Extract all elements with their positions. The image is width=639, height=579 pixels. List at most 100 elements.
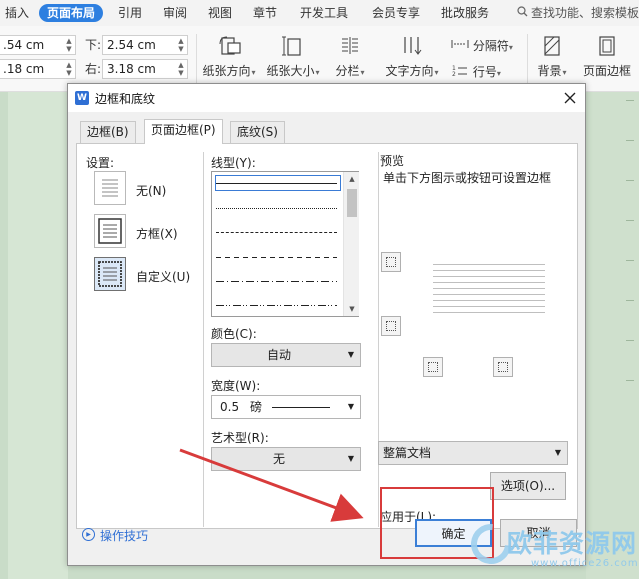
- preview-text-line: [433, 294, 545, 295]
- dialog-titlebar[interactable]: W 边框和底纹: [68, 84, 585, 112]
- ruler-tick: [626, 140, 634, 141]
- scrollbar-thumb[interactable]: [347, 189, 357, 217]
- apply-to-value: 整篇文档: [383, 446, 432, 460]
- panel-divider: [378, 152, 379, 527]
- bottom-margin-input[interactable]: 2.54 cm ▲ ▼: [102, 35, 188, 55]
- color-select[interactable]: 自动 ▼: [211, 343, 361, 367]
- search-box[interactable]: 查找功能、搜索模板: [517, 4, 639, 22]
- bottom-margin-label: 下:: [85, 38, 102, 52]
- art-select[interactable]: 无 ▼: [211, 447, 361, 471]
- linestyle-dashed-short[interactable]: [216, 232, 337, 233]
- setting-label: 设置:: [86, 156, 115, 170]
- line-number-button[interactable]: 12 行号▾: [451, 62, 501, 82]
- box-border-icon: [98, 218, 122, 244]
- apply-to-select[interactable]: 整篇文档 ▼: [378, 441, 568, 465]
- menu-correction[interactable]: 批改服务: [441, 4, 489, 22]
- spin-icon[interactable]: ▲ ▼: [177, 37, 185, 53]
- scroll-up-icon[interactable]: ▲: [344, 172, 360, 186]
- columns-button[interactable]: 分栏▾: [330, 34, 370, 79]
- right-margin-input[interactable]: 3.18 cm ▲ ▼: [102, 59, 188, 79]
- close-button[interactable]: [559, 87, 581, 109]
- linestyle-scrollbar[interactable]: ▲ ▼: [343, 172, 359, 316]
- linestyle-dashed[interactable]: [216, 257, 337, 258]
- box-border-option[interactable]: [94, 214, 126, 248]
- bottom-margin-value: 2.54 cm: [107, 38, 156, 52]
- box-border-label[interactable]: 方框(X): [136, 225, 178, 242]
- page-border-label: 页面边框: [582, 64, 631, 78]
- preview-text-line: [433, 288, 545, 289]
- panel-divider: [203, 152, 204, 527]
- menu-chapter[interactable]: 章节: [253, 4, 277, 22]
- linestyle-solid[interactable]: [216, 183, 337, 184]
- custom-border-option[interactable]: [94, 257, 126, 291]
- scroll-down-icon[interactable]: ▼: [344, 302, 360, 316]
- background-button[interactable]: 背景▾: [532, 34, 572, 79]
- art-value: 无: [272, 452, 285, 466]
- top-margin-value: .54 cm: [3, 38, 45, 52]
- tips-link[interactable]: 操作技巧: [100, 527, 148, 544]
- menu-insert[interactable]: 插入: [5, 4, 29, 22]
- custom-border-label[interactable]: 自定义(U): [136, 268, 190, 285]
- preview-label: 预览: [380, 154, 405, 168]
- page-border-button[interactable]: 页面边框: [580, 34, 634, 79]
- width-label: 宽度(W):: [211, 379, 261, 393]
- document-margin-right: [586, 92, 639, 579]
- menu-page-layout[interactable]: 页面布局: [39, 4, 104, 22]
- menu-view[interactable]: 视图: [208, 4, 232, 22]
- linestyle-dash-dot-dot[interactable]: [216, 305, 337, 306]
- document-page: [8, 92, 68, 579]
- menu-review[interactable]: 审阅: [163, 4, 187, 22]
- page-orientation-button[interactable]: 纸张方向▾: [200, 34, 258, 79]
- ruler-tick: [626, 100, 634, 101]
- top-border-toggle[interactable]: [381, 252, 401, 272]
- page-orientation-icon: [200, 34, 258, 58]
- chevron-down-icon: ▾: [562, 68, 567, 77]
- spin-icon[interactable]: ▲ ▼: [65, 37, 73, 53]
- spin-icon[interactable]: ▲ ▼: [65, 61, 73, 77]
- width-value: 0.5: [220, 400, 240, 414]
- preview-hint: 单击下方图示或按钮可设置边框: [383, 171, 552, 185]
- tab-borders[interactable]: 边框(B): [80, 121, 136, 143]
- menu-references[interactable]: 引用: [118, 4, 142, 22]
- dialog-title: 边框和底纹: [95, 92, 156, 106]
- no-border-icon: [102, 179, 118, 197]
- menu-member[interactable]: 会员专享: [372, 4, 420, 22]
- chevron-down-icon: ▾: [434, 68, 439, 77]
- tab-page-border[interactable]: 页面边框(P): [144, 119, 223, 144]
- text-direction-button[interactable]: 文字方向▾: [380, 34, 444, 79]
- left-margin-input[interactable]: .18 cm ▲ ▼: [0, 59, 76, 79]
- width-select[interactable]: 0.5 磅 ▼: [211, 395, 361, 419]
- play-icon[interactable]: ▶: [82, 528, 95, 541]
- chevron-down-icon: ▾: [360, 68, 365, 77]
- linestyle-label: 线型(Y):: [211, 156, 256, 170]
- right-border-icon: [498, 362, 508, 372]
- ruler-tick: [626, 260, 634, 261]
- watermark-text: 欧菲资源网: [507, 529, 638, 558]
- chevron-down-icon: ▼: [347, 454, 354, 463]
- separator-button[interactable]: 分隔符▾: [451, 36, 513, 56]
- bottom-border-toggle[interactable]: [381, 316, 401, 336]
- right-border-toggle[interactable]: [493, 357, 513, 377]
- linestyle-dotted[interactable]: [216, 208, 337, 209]
- no-border-label[interactable]: 无(N): [136, 182, 166, 199]
- left-border-toggle[interactable]: [423, 357, 443, 377]
- ruler-tick: [626, 220, 634, 221]
- options-button[interactable]: 选项(O)...: [490, 472, 566, 500]
- top-margin-input[interactable]: .54 cm ▲ ▼: [0, 35, 76, 55]
- text-direction-label: 文字方向: [385, 64, 434, 78]
- linestyle-dash-dot[interactable]: [216, 281, 337, 282]
- preview-page[interactable]: [433, 264, 545, 324]
- tab-shading[interactable]: 底纹(S): [230, 121, 285, 143]
- linestyle-list[interactable]: ▲ ▼: [211, 171, 359, 317]
- chevron-down-icon: ▼: [554, 448, 561, 457]
- ruler-tick: [626, 340, 634, 341]
- line-number-icon: 12: [452, 65, 467, 78]
- no-border-option[interactable]: [94, 171, 126, 205]
- bottom-border-icon: [386, 321, 396, 331]
- spin-icon[interactable]: ▲ ▼: [177, 61, 185, 77]
- menu-developer[interactable]: 开发工具: [300, 4, 348, 22]
- page-border-icon: [580, 34, 634, 58]
- page-size-button[interactable]: 纸张大小▾: [264, 34, 322, 79]
- chevron-down-icon: ▾: [315, 68, 320, 77]
- margin-row-left: .18 cm ▲ ▼ 右: 3.18 cm ▲ ▼: [0, 59, 190, 79]
